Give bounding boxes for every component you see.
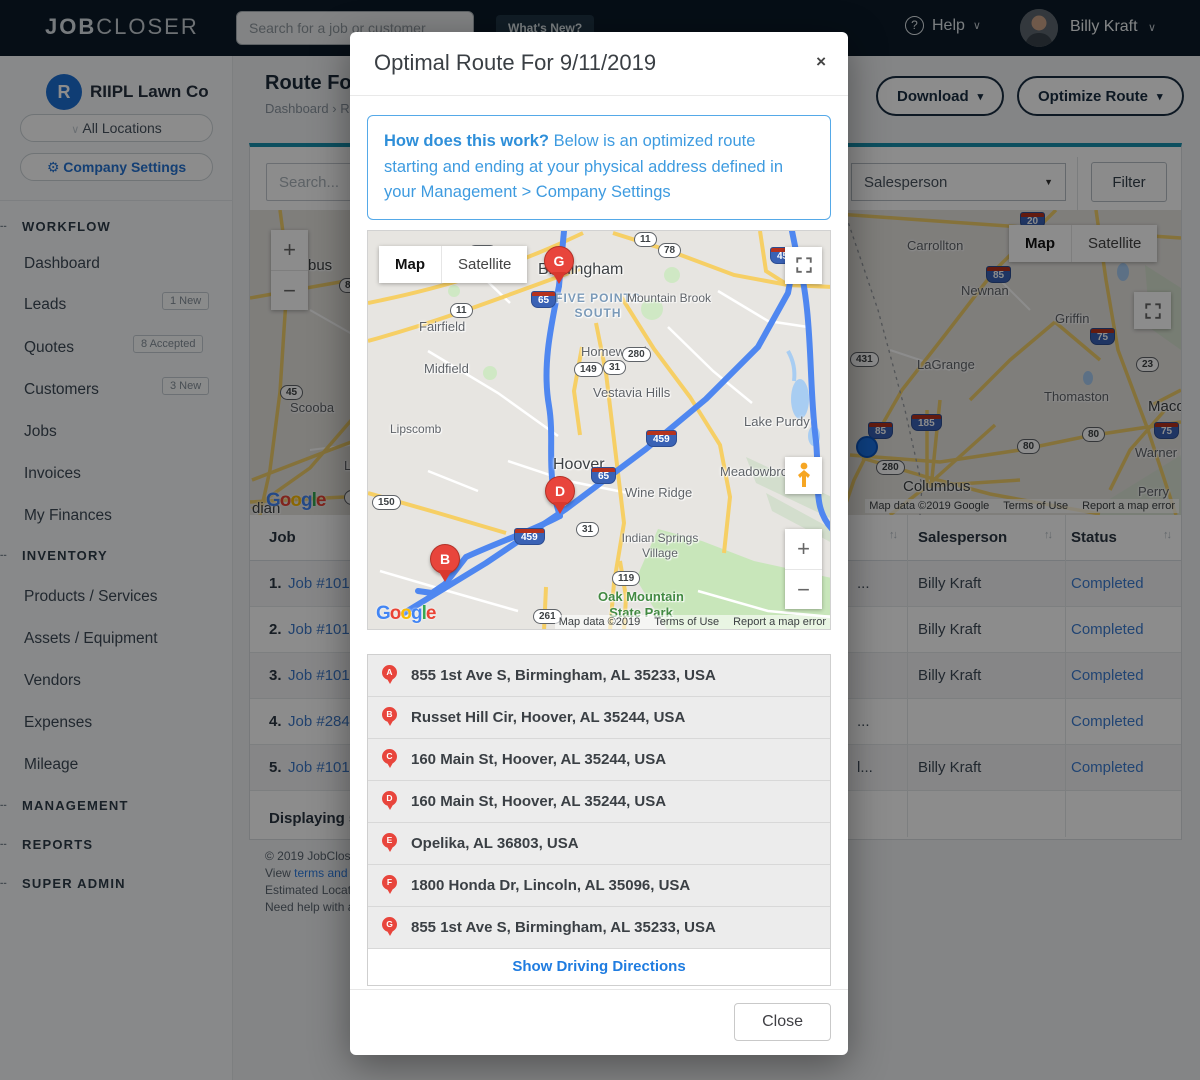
route-stop: E Opelika, AL 36803, USA [368,823,830,865]
attribution-text: Map data ©2019 [559,616,641,628]
fullscreen-button[interactable] [785,247,822,284]
close-icon[interactable]: × [816,52,826,72]
fullscreen-icon [795,256,813,274]
zoom-in-button[interactable]: + [785,529,822,569]
interstate-shield: 459 [646,430,677,447]
interstate-shield: 459 [514,528,545,545]
pin-icon: D [382,791,397,806]
map-marker-g[interactable]: G [544,246,574,288]
interstate-shield: 65 [591,467,616,484]
stop-address: 855 1st Ave S, Birmingham, AL 35233, USA [411,667,716,684]
pin-icon: C [382,749,397,764]
map-type-map[interactable]: Map [379,246,441,283]
route-shield: 78 [658,243,681,258]
pegman-icon [796,462,812,488]
stop-address: 160 Main St, Hoover, AL 35244, USA [411,751,666,768]
google-logo: Google [376,603,435,625]
map-label: Fairfield [419,319,465,334]
route-shield: 31 [576,522,599,537]
route-shield: 11 [450,303,473,318]
driving-directions-row: Show Driving Directions [368,949,830,985]
route-stop: C 160 Main St, Hoover, AL 35244, USA [368,739,830,781]
stop-address: 160 Main St, Hoover, AL 35244, USA [411,793,666,810]
map-label: Lake Purdy [744,414,810,429]
route-shield: 150 [372,495,401,510]
map-marker-d[interactable]: D [545,476,575,518]
close-button[interactable]: Close [734,1003,831,1041]
route-stop: F 1800 Honda Dr, Lincoln, AL 35096, USA [368,865,830,907]
pin-icon: A [382,665,397,680]
report-link[interactable]: Report a map error [733,616,826,628]
route-shield: 119 [612,571,640,586]
route-stops-list: A 855 1st Ave S, Birmingham, AL 35233, US… [367,654,831,986]
alert-lead: How does this work? [384,132,549,150]
stop-address: 1800 Honda Dr, Lincoln, AL 35096, USA [411,877,690,894]
stop-address: Russet Hill Cir, Hoover, AL 35244, USA [411,709,685,726]
map-label: Midfield [424,361,469,376]
stop-address: Opelika, AL 36803, USA [411,835,579,852]
route-map-zoom-control[interactable]: + − [785,529,822,609]
route-stop: D 160 Main St, Hoover, AL 35244, USA [368,781,830,823]
modal-header: Optimal Route For 9/11/2019 × [350,32,848,96]
optimal-route-modal: Optimal Route For 9/11/2019 × How does t… [350,32,848,1055]
map-label: Indian Springs Village [614,531,706,561]
route-shield: 149 [574,362,603,377]
route-stop: B Russet Hill Cir, Hoover, AL 35244, USA [368,697,830,739]
pin-icon: F [382,875,397,890]
route-stop: A 855 1st Ave S, Birmingham, AL 35233, US… [368,655,830,697]
map-label: Mountain Brook [623,291,715,306]
map-type-satellite[interactable]: Satellite [441,246,527,283]
map-marker-b[interactable]: B [430,544,460,586]
map-label: Vestavia Hills [593,385,670,400]
pin-icon: G [382,917,397,932]
terms-link[interactable]: Terms of Use [654,616,719,628]
stop-address: 855 1st Ave S, Birmingham, AL 35233, USA [411,919,716,936]
modal-title: Optimal Route For 9/11/2019 [374,50,656,76]
route-map[interactable]: Birmingham FIVE POINTS SOUTH Mountain Br… [367,230,831,630]
show-driving-directions-link[interactable]: Show Driving Directions [512,958,685,975]
zoom-out-button[interactable]: − [785,569,822,609]
map-label: Lipscomb [390,422,441,436]
modal-footer: Close [350,989,848,1055]
route-shield: 31 [603,360,626,375]
route-shield: 11 [634,232,657,247]
pin-icon: B [382,707,397,722]
map-label: Wine Ridge [625,485,692,500]
route-stop: G 855 1st Ave S, Birmingham, AL 35233, US… [368,907,830,949]
app-root: JOBCLOSER What's New? ? Help ∨ Billy Kra… [0,0,1200,1080]
route-map-type-control[interactable]: Map Satellite [379,246,527,283]
map-attribution: Map data ©2019 Terms of Use Report a map e… [555,615,830,629]
interstate-shield: 65 [531,291,556,308]
route-shield: 280 [622,347,651,362]
street-view-pegman[interactable] [785,457,822,494]
pin-icon: E [382,833,397,848]
info-alert: How does this work? Below is an optimize… [367,115,831,220]
